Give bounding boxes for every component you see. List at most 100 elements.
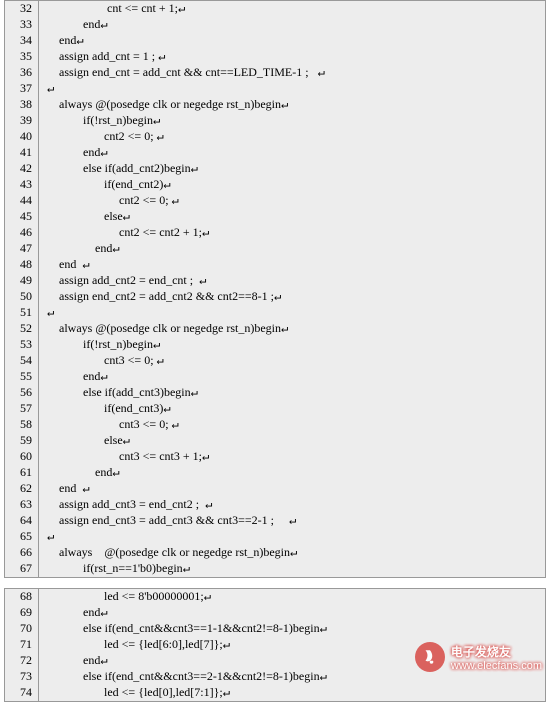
code-line: 65↵ <box>5 529 545 545</box>
code-line: 60 cnt3 <= cnt3 + 1;↵ <box>5 449 545 465</box>
code-text: cnt3 <= 0; ↵ <box>39 353 545 369</box>
code-line: 50 assign end_cnt2 = add_cnt2 && cnt2==8… <box>5 289 545 305</box>
line-number: 47 <box>5 241 39 257</box>
line-number: 68 <box>5 589 39 605</box>
code-line: 47 end↵ <box>5 241 545 257</box>
code-text: cnt2 <= cnt2 + 1;↵ <box>39 225 545 241</box>
code-text: assign add_cnt2 = end_cnt ; ↵ <box>39 273 545 289</box>
code-line: 44 cnt2 <= 0; ↵ <box>5 193 545 209</box>
code-line: 69 end↵ <box>5 605 545 621</box>
code-text: assign end_cnt2 = add_cnt2 && cnt2==8-1 … <box>39 289 545 305</box>
code-text: assign end_cnt3 = add_cnt3 && cnt3==2-1 … <box>39 513 545 529</box>
code-text: else if(add_cnt3)begin↵ <box>39 385 545 401</box>
line-number: 66 <box>5 545 39 561</box>
code-line: 59 else↵ <box>5 433 545 449</box>
code-line: 42 else if(add_cnt2)begin↵ <box>5 161 545 177</box>
line-number: 65 <box>5 529 39 545</box>
watermark: 电子发烧友 www.elecfans.com <box>415 642 542 672</box>
code-line: 74 led <= {led[0],led[7:1]};↵ <box>5 685 545 701</box>
code-text: if(!rst_n)begin↵ <box>39 113 545 129</box>
code-line: 66 always @(posedge clk or negedge rst_n… <box>5 545 545 561</box>
line-number: 58 <box>5 417 39 433</box>
code-text: cnt3 <= cnt3 + 1;↵ <box>39 449 545 465</box>
line-number: 44 <box>5 193 39 209</box>
watermark-title: 电子发烧友 <box>451 643 542 660</box>
line-number: 41 <box>5 145 39 161</box>
code-text: assign add_cnt3 = end_cnt2 ; ↵ <box>39 497 545 513</box>
watermark-text: 电子发烧友 www.elecfans.com <box>451 643 542 672</box>
code-line: 35 assign add_cnt = 1 ; ↵ <box>5 49 545 65</box>
code-text: else if(add_cnt2)begin↵ <box>39 161 545 177</box>
code-text: else if(end_cnt&&cnt3==1-1&&cnt2!=8-1)be… <box>39 621 545 637</box>
line-number: 69 <box>5 605 39 621</box>
code-line: 49 assign add_cnt2 = end_cnt ; ↵ <box>5 273 545 289</box>
code-line: 56 else if(add_cnt3)begin↵ <box>5 385 545 401</box>
code-text: cnt3 <= 0; ↵ <box>39 417 545 433</box>
code-line: 34 end↵ <box>5 33 545 49</box>
logo-icon <box>415 642 445 672</box>
line-number: 43 <box>5 177 39 193</box>
code-line: 64 assign end_cnt3 = add_cnt3 && cnt3==2… <box>5 513 545 529</box>
code-line: 38 always @(posedge clk or negedge rst_n… <box>5 97 545 113</box>
code-line: 48 end ↵ <box>5 257 545 273</box>
line-number: 54 <box>5 353 39 369</box>
line-number: 64 <box>5 513 39 529</box>
code-line: 33 end↵ <box>5 17 545 33</box>
line-number: 48 <box>5 257 39 273</box>
code-line: 57 if(end_cnt3)↵ <box>5 401 545 417</box>
code-line: 32 cnt <= cnt + 1;↵ <box>5 1 545 17</box>
code-text: ↵ <box>39 529 545 545</box>
code-text: assign add_cnt = 1 ; ↵ <box>39 49 545 65</box>
code-line: 53 if(!rst_n)begin↵ <box>5 337 545 353</box>
code-text: if(!rst_n)begin↵ <box>39 337 545 353</box>
code-line: 45 else↵ <box>5 209 545 225</box>
line-number: 33 <box>5 17 39 33</box>
code-text: end↵ <box>39 369 545 385</box>
code-line: 67 if(rst_n==1'b0)begin↵ <box>5 561 545 577</box>
code-text: end ↵ <box>39 481 545 497</box>
line-number: 56 <box>5 385 39 401</box>
code-text: ↵ <box>39 305 545 321</box>
code-text: if(rst_n==1'b0)begin↵ <box>39 561 545 577</box>
line-number: 32 <box>5 1 39 17</box>
code-text: if(end_cnt3)↵ <box>39 401 545 417</box>
code-line: 62 end ↵ <box>5 481 545 497</box>
line-number: 52 <box>5 321 39 337</box>
code-line: 58 cnt3 <= 0; ↵ <box>5 417 545 433</box>
code-text: end ↵ <box>39 257 545 273</box>
line-number: 38 <box>5 97 39 113</box>
line-number: 67 <box>5 561 39 577</box>
line-number: 73 <box>5 669 39 685</box>
line-number: 62 <box>5 481 39 497</box>
code-text: led <= {led[0],led[7:1]};↵ <box>39 685 545 701</box>
line-number: 59 <box>5 433 39 449</box>
code-line: 36 assign end_cnt = add_cnt && cnt==LED_… <box>5 65 545 81</box>
code-line: 46 cnt2 <= cnt2 + 1;↵ <box>5 225 545 241</box>
code-text: if(end_cnt2)↵ <box>39 177 545 193</box>
code-line: 70 else if(end_cnt&&cnt3==1-1&&cnt2!=8-1… <box>5 621 545 637</box>
line-number: 72 <box>5 653 39 669</box>
code-line: 54 cnt3 <= 0; ↵ <box>5 353 545 369</box>
code-line: 51↵ <box>5 305 545 321</box>
code-text: always @(posedge clk or negedge rst_n)be… <box>39 545 545 561</box>
code-text: end↵ <box>39 33 545 49</box>
code-text: cnt2 <= 0; ↵ <box>39 193 545 209</box>
line-number: 36 <box>5 65 39 81</box>
code-text: ↵ <box>39 81 545 97</box>
line-number: 63 <box>5 497 39 513</box>
code-text: cnt2 <= 0; ↵ <box>39 129 545 145</box>
code-text: led <= 8'b00000001;↵ <box>39 589 545 605</box>
line-number: 70 <box>5 621 39 637</box>
line-number: 35 <box>5 49 39 65</box>
watermark-url: www.elecfans.com <box>451 660 542 672</box>
code-text: end↵ <box>39 17 545 33</box>
line-number: 74 <box>5 685 39 701</box>
code-line: 41 end↵ <box>5 145 545 161</box>
code-block: 32 cnt <= cnt + 1;↵33 end↵34 end↵35 assi… <box>4 0 546 578</box>
code-line: 52 always @(posedge clk or negedge rst_n… <box>5 321 545 337</box>
code-text: always @(posedge clk or negedge rst_n)be… <box>39 97 545 113</box>
code-line: 39 if(!rst_n)begin↵ <box>5 113 545 129</box>
line-number: 57 <box>5 401 39 417</box>
code-line: 55 end↵ <box>5 369 545 385</box>
code-line: 61 end↵ <box>5 465 545 481</box>
